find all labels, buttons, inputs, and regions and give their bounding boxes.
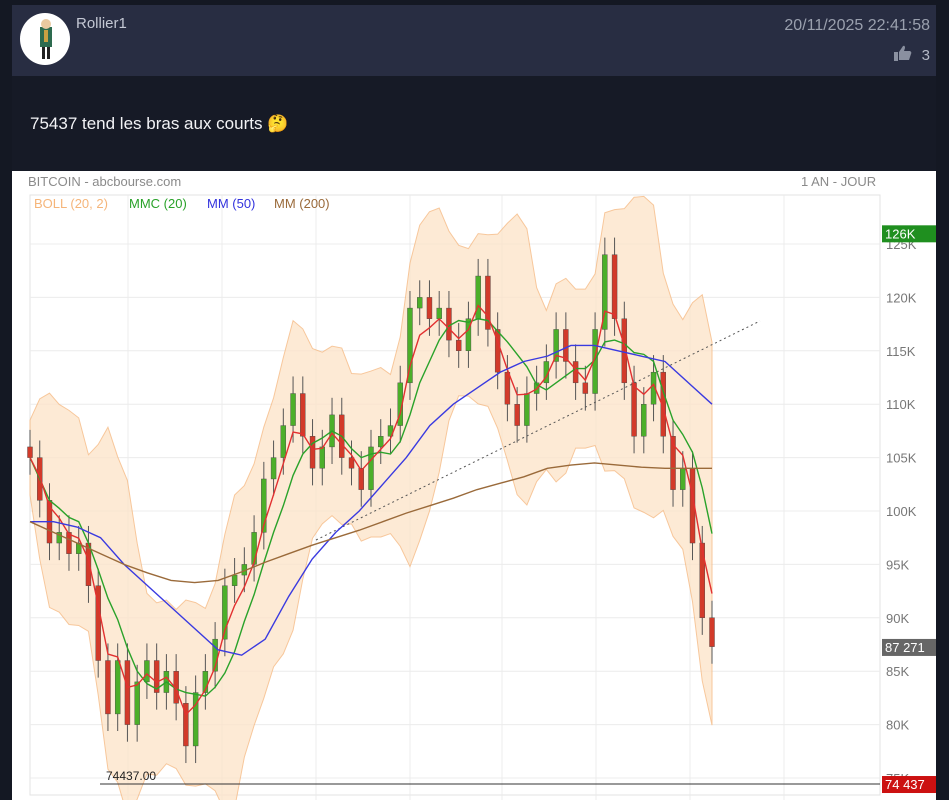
y-tick-label: 85K [886,664,909,679]
support-label: 74437.00 [106,769,156,783]
candle [309,436,316,469]
y-tick-label: 105K [886,451,917,466]
candle [378,436,384,448]
candle [270,457,277,480]
candle [348,457,355,469]
candle [709,617,715,647]
last-price-tag: 87 271 [885,640,925,655]
candle [582,382,589,394]
y-tick-label: 115K [886,344,916,359]
candle [699,542,705,619]
candle [417,297,423,309]
candle [426,297,433,319]
like-count: 3 [921,46,930,64]
candle [436,307,442,319]
candle [290,393,296,426]
legend-item: MM (50) [207,196,255,211]
post-header: Rollier1 20/11/2025 22:41:58 3 [12,5,936,76]
candle [631,382,637,437]
post-body: 75437 tend les bras aux courts 🤔 [12,76,936,171]
legend-item: BOLL (20, 2) [34,196,108,211]
candle [563,329,569,362]
y-tick-label: 95K [886,557,909,572]
candle [192,692,199,747]
y-tick-label: 90K [886,611,909,626]
candle [455,339,462,351]
like-button[interactable]: 3 [893,45,930,65]
candle [475,275,481,319]
username[interactable]: Rollier1 [76,15,127,32]
candle [504,371,511,405]
thumbs-up-icon [893,45,912,65]
candle [680,468,686,490]
candle [446,307,452,341]
candle [524,393,530,426]
candle [251,532,257,565]
candle [105,660,111,715]
candle [319,446,325,469]
y-tick-label: 110K [886,397,916,412]
candle [611,254,618,319]
high-price-tag: 126K [885,226,916,241]
y-tick-label: 80K [886,718,909,733]
candle [114,660,121,715]
legend-item: MMC (20) [129,196,187,211]
legend-item: MM (200) [274,196,330,211]
message-text: 75437 tend les bras aux courts [30,114,263,133]
candle [27,446,33,458]
y-tick-label: 100K [886,504,917,519]
candle [124,660,131,725]
candle [300,393,306,437]
candle [134,681,140,725]
candle [514,403,520,426]
avatar[interactable] [20,13,70,65]
low-price-tag: 74 437 [885,777,925,792]
chart-image[interactable]: BITCOIN - abcbourse.com 1 AN - JOUR 125K… [12,171,936,800]
thinking-emoji-icon: 🤔 [267,114,289,133]
candle [144,660,150,683]
post-message: 75437 tend les bras aux courts 🤔 [30,114,288,134]
candle [231,574,238,586]
y-tick-label: 120K [886,290,917,305]
post-timestamp: 20/11/2025 22:41:58 [784,17,930,34]
candle [280,425,287,458]
chart-canvas: 125K120K115K110K105K100K95K90K85K80K75KB… [27,194,936,800]
candle [641,403,647,437]
